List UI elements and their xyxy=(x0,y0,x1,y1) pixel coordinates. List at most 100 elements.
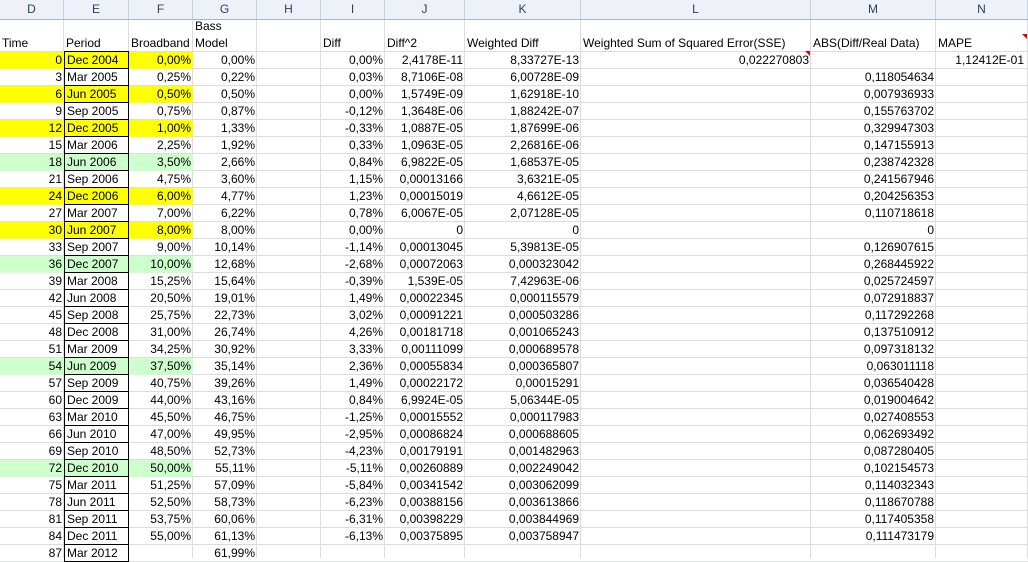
cell-time[interactable]: 48 xyxy=(0,324,64,341)
cell-diff[interactable]: 3,02% xyxy=(321,307,385,324)
cell-time[interactable]: 6 xyxy=(0,86,64,103)
cell-diff-squared[interactable]: 0,00179191 xyxy=(385,443,465,460)
cell-bass-model[interactable]: 6,22% xyxy=(193,205,257,222)
cell-time[interactable]: 27 xyxy=(0,205,64,222)
cell-diff[interactable]: -1,25% xyxy=(321,409,385,426)
cell-broadband[interactable]: 1,00% xyxy=(129,120,193,137)
cell-broadband[interactable]: 31,00% xyxy=(129,324,193,341)
cell-diff[interactable]: 4,26% xyxy=(321,324,385,341)
cell-weighted-diff[interactable] xyxy=(465,545,581,562)
cell-diff-squared[interactable]: 0,00072063 xyxy=(385,256,465,273)
cell-diff[interactable]: 0,00% xyxy=(321,52,385,69)
cell-diff[interactable]: -6,23% xyxy=(321,494,385,511)
column-header-g[interactable]: G xyxy=(193,0,257,19)
column-header-h[interactable]: H xyxy=(257,0,321,19)
cell-weighted-diff[interactable]: 0,003844969 xyxy=(465,511,581,528)
cell-abs-diff[interactable]: 0,137510912 xyxy=(811,324,936,341)
cell-time[interactable]: 33 xyxy=(0,239,64,256)
cell-time[interactable]: 45 xyxy=(0,307,64,324)
comment-marker-icon[interactable] xyxy=(805,51,810,56)
cell-diff-squared[interactable]: 1,3648E-06 xyxy=(385,103,465,120)
cell-diff-squared[interactable]: 0,00111099 xyxy=(385,341,465,358)
header-diff[interactable]: Diff xyxy=(321,35,385,52)
cell-diff-squared[interactable]: 0,00375895 xyxy=(385,528,465,545)
cell-weighted-diff[interactable]: 3,6321E-05 xyxy=(465,171,581,188)
cell-broadband[interactable] xyxy=(129,545,193,562)
cell-abs-diff[interactable]: 0,204256353 xyxy=(811,188,936,205)
cell-time[interactable]: 81 xyxy=(0,511,64,528)
cell-period[interactable]: Dec 2007 xyxy=(64,255,129,273)
cell-diff[interactable]: 0,00% xyxy=(321,86,385,103)
cell-weighted-diff[interactable]: 7,42963E-06 xyxy=(465,273,581,290)
cell-bass-model[interactable]: 60,06% xyxy=(193,511,257,528)
cell-diff[interactable]: -0,33% xyxy=(321,120,385,137)
cell-period[interactable]: Mar 2010 xyxy=(64,408,129,426)
cell-period[interactable]: Dec 2009 xyxy=(64,391,129,409)
cell-time[interactable]: 39 xyxy=(0,273,64,290)
cell-diff[interactable]: -2,95% xyxy=(321,426,385,443)
cell-bass-model[interactable]: 2,66% xyxy=(193,154,257,171)
cell-weighted-diff[interactable]: 2,26816E-06 xyxy=(465,137,581,154)
cell-period[interactable]: Mar 2008 xyxy=(64,272,129,290)
cell-diff-squared[interactable]: 0,00398229 xyxy=(385,511,465,528)
cell-abs-diff[interactable]: 0,025724597 xyxy=(811,273,936,290)
cell-bass-model[interactable]: 8,00% xyxy=(193,222,257,239)
cell-abs-diff[interactable]: 0,027408553 xyxy=(811,409,936,426)
cell-abs-diff[interactable]: 0,102154573 xyxy=(811,460,936,477)
cell-time[interactable]: 24 xyxy=(0,188,64,205)
cell-broadband[interactable]: 2,25% xyxy=(129,137,193,154)
cell-abs-diff[interactable] xyxy=(811,545,936,562)
cell-bass-model[interactable]: 1,33% xyxy=(193,120,257,137)
comment-marker-icon[interactable] xyxy=(1022,34,1027,39)
cell-time[interactable]: 30 xyxy=(0,222,64,239)
cell-broadband[interactable]: 8,00% xyxy=(129,222,193,239)
cell-time[interactable]: 87 xyxy=(0,545,64,562)
cell-period[interactable]: Sep 2009 xyxy=(64,374,129,392)
column-header-l[interactable]: L xyxy=(581,0,811,19)
cell-time[interactable]: 0 xyxy=(0,52,64,69)
cell-bass-model[interactable]: 0,22% xyxy=(193,69,257,86)
cell-weighted-diff[interactable]: 0,000365807 xyxy=(465,358,581,375)
cell-diff[interactable]: -5,11% xyxy=(321,460,385,477)
cell-bass-model[interactable]: 22,73% xyxy=(193,307,257,324)
cell-time[interactable]: 57 xyxy=(0,375,64,392)
cell-weighted-diff[interactable]: 0,001065243 xyxy=(465,324,581,341)
cell-time[interactable]: 66 xyxy=(0,426,64,443)
cell-period[interactable]: Jun 2005 xyxy=(64,85,129,103)
cell-broadband[interactable]: 44,00% xyxy=(129,392,193,409)
cell-diff-squared[interactable]: 0,00388156 xyxy=(385,494,465,511)
cell-broadband[interactable]: 55,00% xyxy=(129,528,193,545)
cell-weighted-diff[interactable]: 0,000115579 xyxy=(465,290,581,307)
cell-weighted-diff[interactable]: 0,000689578 xyxy=(465,341,581,358)
cell-bass-model[interactable]: 39,26% xyxy=(193,375,257,392)
cell-bass-model[interactable]: 49,95% xyxy=(193,426,257,443)
cell-weighted-diff[interactable]: 1,87699E-06 xyxy=(465,120,581,137)
cell-abs-diff[interactable]: 0,268445922 xyxy=(811,256,936,273)
cell-period[interactable]: Mar 2009 xyxy=(64,340,129,358)
header-broadband[interactable]: Broadband xyxy=(129,35,193,52)
cell-abs-diff[interactable]: 0,155763702 xyxy=(811,103,936,120)
cell-bass-model[interactable]: 1,92% xyxy=(193,137,257,154)
cell-weighted-diff[interactable]: 0,000503286 xyxy=(465,307,581,324)
cell-diff[interactable]: 0,78% xyxy=(321,205,385,222)
cell-time[interactable]: 15 xyxy=(0,137,64,154)
cell-broadband[interactable]: 53,75% xyxy=(129,511,193,528)
cell-broadband[interactable]: 0,25% xyxy=(129,69,193,86)
cell-diff-squared[interactable]: 6,0067E-05 xyxy=(385,205,465,222)
cell-diff[interactable]: -1,14% xyxy=(321,239,385,256)
cell-diff-squared[interactable]: 0,00055834 xyxy=(385,358,465,375)
cell-weighted-diff[interactable]: 1,88242E-07 xyxy=(465,103,581,120)
cell-broadband[interactable]: 51,25% xyxy=(129,477,193,494)
cell-bass-model[interactable]: 55,11% xyxy=(193,460,257,477)
cell-bass-model[interactable]: 46,75% xyxy=(193,409,257,426)
cell-bass-model[interactable]: 4,77% xyxy=(193,188,257,205)
cell-diff-squared[interactable]: 0,00022172 xyxy=(385,375,465,392)
cell-broadband[interactable]: 10,00% xyxy=(129,256,193,273)
cell-broadband[interactable]: 0,75% xyxy=(129,103,193,120)
cell-abs-diff[interactable]: 0,126907615 xyxy=(811,239,936,256)
column-header-j[interactable]: J xyxy=(385,0,465,19)
cell-period[interactable]: Jun 2009 xyxy=(64,357,129,375)
cell-bass-model[interactable]: 0,87% xyxy=(193,103,257,120)
cell-period[interactable]: Sep 2005 xyxy=(64,102,129,120)
header-bass[interactable]: Bass xyxy=(193,18,257,35)
